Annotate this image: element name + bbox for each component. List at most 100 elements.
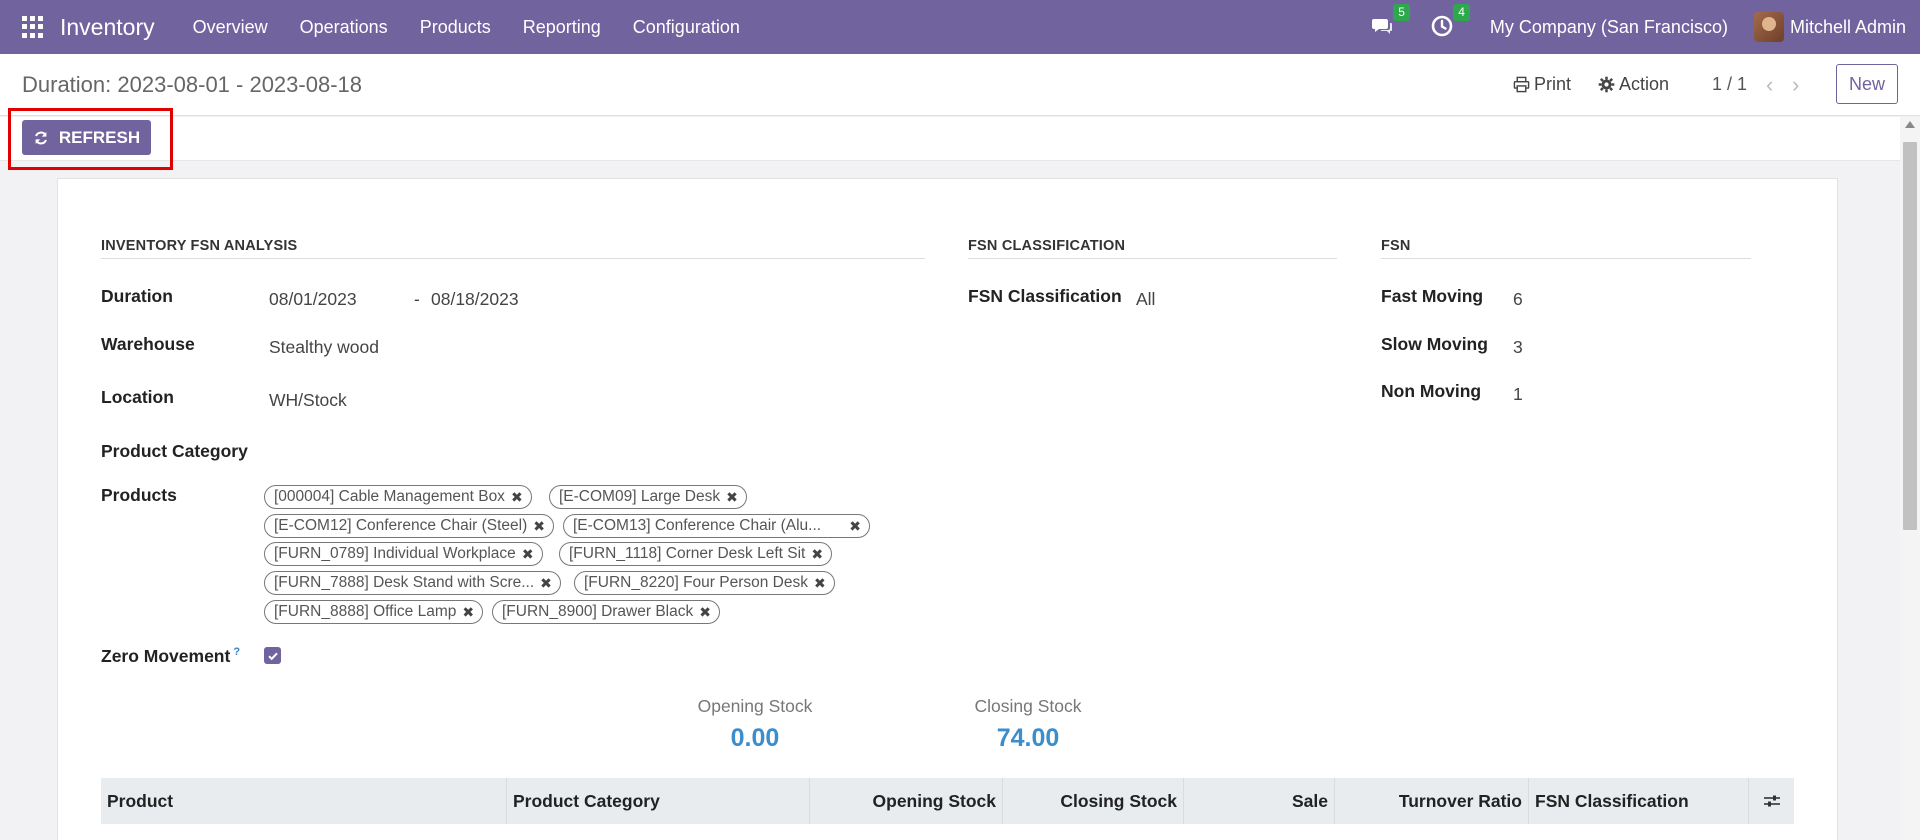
- menu-reporting[interactable]: Reporting: [523, 17, 601, 38]
- duration-label: Duration: [101, 286, 173, 306]
- menu-operations[interactable]: Operations: [300, 17, 388, 38]
- top-navbar: Inventory Overview Operations Products R…: [0, 0, 1920, 54]
- messages-badge: 5: [1393, 4, 1410, 21]
- closing-stock-value: 74.00: [996, 724, 1060, 752]
- pager-next-icon[interactable]: ›: [1792, 72, 1799, 98]
- product-tag-label: [FURN_7888] Desk Stand with Scre...: [274, 574, 535, 591]
- menu-products[interactable]: Products: [420, 17, 491, 38]
- products-table-header: Product Product Category Opening Stock C…: [101, 778, 1794, 824]
- fast-moving-label: Fast Moving: [1381, 286, 1484, 306]
- app-brand[interactable]: Inventory: [60, 14, 155, 41]
- remove-tag-icon[interactable]: ✖: [849, 518, 861, 535]
- print-button[interactable]: Print: [1513, 74, 1571, 95]
- product-tag-label: [E-COM12] Conference Chair (Steel): [274, 517, 528, 534]
- remove-tag-icon[interactable]: ✖: [699, 604, 711, 621]
- remove-tag-icon[interactable]: ✖: [814, 575, 826, 592]
- product-tag: [FURN_0789] Individual Workplace ✖: [264, 542, 543, 566]
- app-menu-icon[interactable]: [22, 16, 44, 38]
- warehouse-label: Warehouse: [101, 334, 195, 354]
- duration-separator: -: [414, 289, 420, 309]
- product-tag: [FURN_8220] Four Person Desk ✖: [574, 571, 835, 595]
- product-tag-label: [FURN_8900] Drawer Black: [502, 603, 694, 620]
- non-moving-label: Non Moving: [1381, 381, 1482, 401]
- opening-stock-label: Opening Stock: [697, 696, 813, 716]
- non-moving-value: 1: [1513, 384, 1523, 404]
- scrollbar[interactable]: [1900, 117, 1920, 840]
- scroll-thumb[interactable]: [1903, 142, 1917, 530]
- product-tag-label: [E-COM09] Large Desk: [559, 488, 721, 505]
- zero-movement-label: Zero Movement?: [101, 646, 240, 667]
- slow-moving-label: Slow Moving: [1381, 334, 1488, 354]
- warehouse-field[interactable]: Stealthy wood: [269, 337, 379, 358]
- page-title: Duration: 2023-08-01 - 2023-08-18: [22, 72, 363, 97]
- form-button-bar: [0, 117, 1900, 161]
- product-tag: [E-COM12] Conference Chair (Steel) ✖: [264, 514, 554, 538]
- column-turnover-ratio[interactable]: Turnover Ratio: [1335, 778, 1529, 824]
- product-tag: [E-COM09] Large Desk ✖: [549, 485, 747, 509]
- company-switcher[interactable]: My Company (San Francisco): [1490, 17, 1728, 38]
- analysis-group-title: INVENTORY FSN ANALYSIS: [101, 238, 925, 259]
- remove-tag-icon[interactable]: ✖: [811, 546, 823, 563]
- menu-configuration[interactable]: Configuration: [633, 17, 740, 38]
- product-tag-label: [000004] Cable Management Box: [274, 488, 505, 505]
- menu-overview[interactable]: Overview: [193, 17, 268, 38]
- remove-tag-icon[interactable]: ✖: [726, 489, 738, 506]
- gear-icon: [1598, 76, 1615, 93]
- sliders-icon: [1763, 795, 1780, 807]
- fsn-classification-field[interactable]: All: [1136, 289, 1155, 310]
- product-category-label: Product Category: [101, 441, 248, 461]
- chat-icon: [1371, 19, 1392, 34]
- check-icon: [267, 652, 278, 660]
- control-panel: Duration: 2023-08-01 - 2023-08-18 Print …: [0, 54, 1920, 116]
- location-label: Location: [101, 387, 174, 407]
- refresh-icon: [34, 131, 47, 144]
- pager-value[interactable]: 1 / 1: [1712, 74, 1747, 95]
- fsn-group-title: FSN: [1381, 238, 1751, 259]
- pager-previous-icon[interactable]: ‹: [1766, 72, 1773, 98]
- clock-icon: [1431, 15, 1453, 37]
- activities-button[interactable]: 4: [1430, 4, 1470, 40]
- column-product[interactable]: Product: [101, 778, 507, 824]
- duration-end-field[interactable]: 08/18/2023: [431, 289, 519, 310]
- column-fsn-classification[interactable]: FSN Classification: [1529, 778, 1749, 824]
- remove-tag-icon[interactable]: ✖: [533, 518, 545, 535]
- product-tag: [E-COM13] Conference Chair (Alu... ✖: [563, 514, 870, 538]
- user-avatar[interactable]: [1753, 12, 1784, 42]
- action-label: Action: [1619, 74, 1670, 94]
- action-button[interactable]: Action: [1598, 74, 1669, 95]
- remove-tag-icon[interactable]: ✖: [522, 546, 534, 563]
- user-menu[interactable]: Mitchell Admin: [1790, 17, 1906, 38]
- products-label: Products: [101, 485, 177, 505]
- table-row[interactable]: [101, 824, 1794, 840]
- opening-stock-value: 0.00: [730, 724, 780, 752]
- closing-stock-label: Closing Stock: [974, 696, 1082, 716]
- duration-start-field[interactable]: 08/01/2023: [269, 289, 357, 310]
- location-field[interactable]: WH/Stock: [269, 390, 347, 411]
- print-label: Print: [1534, 74, 1572, 94]
- column-opening-stock[interactable]: Opening Stock: [810, 778, 1003, 824]
- column-product-category[interactable]: Product Category: [507, 778, 810, 824]
- help-tooltip-icon[interactable]: ?: [233, 646, 240, 658]
- zero-movement-checkbox[interactable]: [264, 647, 281, 664]
- activities-badge: 4: [1453, 4, 1470, 21]
- messages-button[interactable]: 5: [1370, 4, 1410, 40]
- column-sale[interactable]: Sale: [1184, 778, 1335, 824]
- product-tag-label: [FURN_8220] Four Person Desk: [584, 574, 808, 591]
- remove-tag-icon[interactable]: ✖: [462, 604, 474, 621]
- optional-columns-toggle[interactable]: [1749, 778, 1794, 824]
- column-closing-stock[interactable]: Closing Stock: [1003, 778, 1184, 824]
- print-icon: [1513, 76, 1530, 93]
- remove-tag-icon[interactable]: ✖: [511, 489, 523, 506]
- product-tag: [FURN_8888] Office Lamp ✖: [264, 600, 484, 624]
- fast-moving-value: 6: [1513, 289, 1523, 309]
- product-tag: [FURN_7888] Desk Stand with Scre... ✖: [264, 571, 561, 595]
- scroll-up-icon[interactable]: [1905, 121, 1915, 128]
- classification-group-title: FSN CLASSIFICATION: [968, 238, 1337, 259]
- refresh-button[interactable]: REFRESH: [22, 120, 151, 155]
- product-tag: [000004] Cable Management Box ✖: [264, 485, 532, 509]
- product-tag-label: [FURN_8888] Office Lamp: [274, 603, 457, 620]
- remove-tag-icon[interactable]: ✖: [540, 575, 552, 592]
- product-tag-label: [FURN_0789] Individual Workplace: [274, 545, 516, 562]
- new-button[interactable]: New: [1836, 64, 1898, 104]
- slow-moving-value: 3: [1513, 337, 1523, 357]
